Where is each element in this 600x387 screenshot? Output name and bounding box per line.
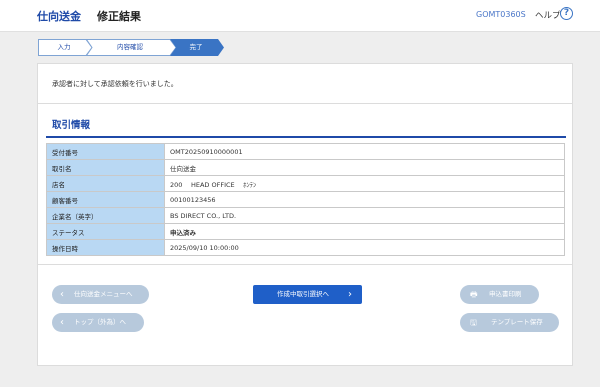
row-key: 店名 xyxy=(46,175,165,192)
table-row: 企業名（英字） BS DIRECT CO., LTD. xyxy=(46,207,565,224)
step-input-label: 入力 xyxy=(57,43,71,51)
printer-icon: 🖶 xyxy=(470,290,478,299)
table-row: 顧客番号 00100123456 xyxy=(46,191,565,208)
help-link[interactable]: ヘルプ xyxy=(535,9,561,21)
row-key: 操作日時 xyxy=(46,239,165,256)
action-panel: ‹ 仕向送金メニューへ ‹ トップ（外為）へ 作成中取引選択へ › 🖶 申込書印… xyxy=(37,264,573,366)
row-key: 企業名（英字） xyxy=(46,207,165,224)
step-confirm: 内容確認 xyxy=(86,39,177,56)
print-application-button[interactable]: 🖶 申込書印刷 xyxy=(460,285,539,304)
chevron-right-icon: › xyxy=(348,289,352,300)
transaction-info-panel: 取引情報 受付番号 OMT20250910000001 取引名 仕向送金 店名 … xyxy=(37,103,573,265)
step-complete-label: 完了 xyxy=(189,43,203,51)
chevron-left-icon: ‹ xyxy=(60,289,64,300)
section-title: 取引情報 xyxy=(52,120,91,131)
draft-select-button[interactable]: 作成中取引選択へ › xyxy=(253,285,362,304)
page-header: 仕向送金 修正結果 GOMT0360S ヘルプ ? xyxy=(0,0,600,32)
table-row: ステータス 申込済み xyxy=(46,223,565,240)
row-value: 2025/09/10 10:00:00 xyxy=(164,239,565,256)
row-value: OMT20250910000001 xyxy=(164,143,565,160)
completion-message: 承認者に対して承認依頼を行いました。 xyxy=(52,80,178,88)
page-title: 仕向送金 xyxy=(37,10,81,23)
row-key: ステータス xyxy=(46,223,165,240)
row-value: 仕向送金 xyxy=(164,159,565,176)
row-key: 顧客番号 xyxy=(46,191,165,208)
row-key: 取引名 xyxy=(46,159,165,176)
row-value: 00100123456 xyxy=(164,191,565,208)
page-subtitle: 修正結果 xyxy=(97,10,141,23)
save-icon: 🖫 xyxy=(470,318,477,327)
step-input: 入力 xyxy=(38,39,93,56)
chevron-left-icon: ‹ xyxy=(60,317,64,328)
status-value: 申込済み xyxy=(164,223,565,240)
save-template-button[interactable]: 🖫 テンプレート保存 xyxy=(460,313,559,332)
row-value: BS DIRECT CO., LTD. xyxy=(164,207,565,224)
step-complete: 完了 xyxy=(170,39,224,56)
row-value: 200 HEAD OFFICE ﾎﾝﾃﾝ xyxy=(164,175,565,192)
top-forex-button[interactable]: ‹ トップ（外為）へ xyxy=(52,313,144,332)
message-panel: 承認者に対して承認依頼を行いました。 xyxy=(37,63,573,104)
row-key: 受付番号 xyxy=(46,143,165,160)
remittance-menu-button[interactable]: ‹ 仕向送金メニューへ xyxy=(52,285,149,304)
table-row: 店名 200 HEAD OFFICE ﾎﾝﾃﾝ xyxy=(46,175,565,192)
help-icon[interactable]: ? xyxy=(560,7,573,20)
table-row: 操作日時 2025/09/10 10:00:00 xyxy=(46,239,565,256)
table-row: 受付番号 OMT20250910000001 xyxy=(46,143,565,160)
transaction-info-table: 受付番号 OMT20250910000001 取引名 仕向送金 店名 200 H… xyxy=(46,143,565,256)
step-confirm-label: 内容確認 xyxy=(117,43,143,51)
screen-code: GOMT0360S xyxy=(476,10,526,19)
section-divider xyxy=(46,136,566,138)
table-row: 取引名 仕向送金 xyxy=(46,159,565,176)
